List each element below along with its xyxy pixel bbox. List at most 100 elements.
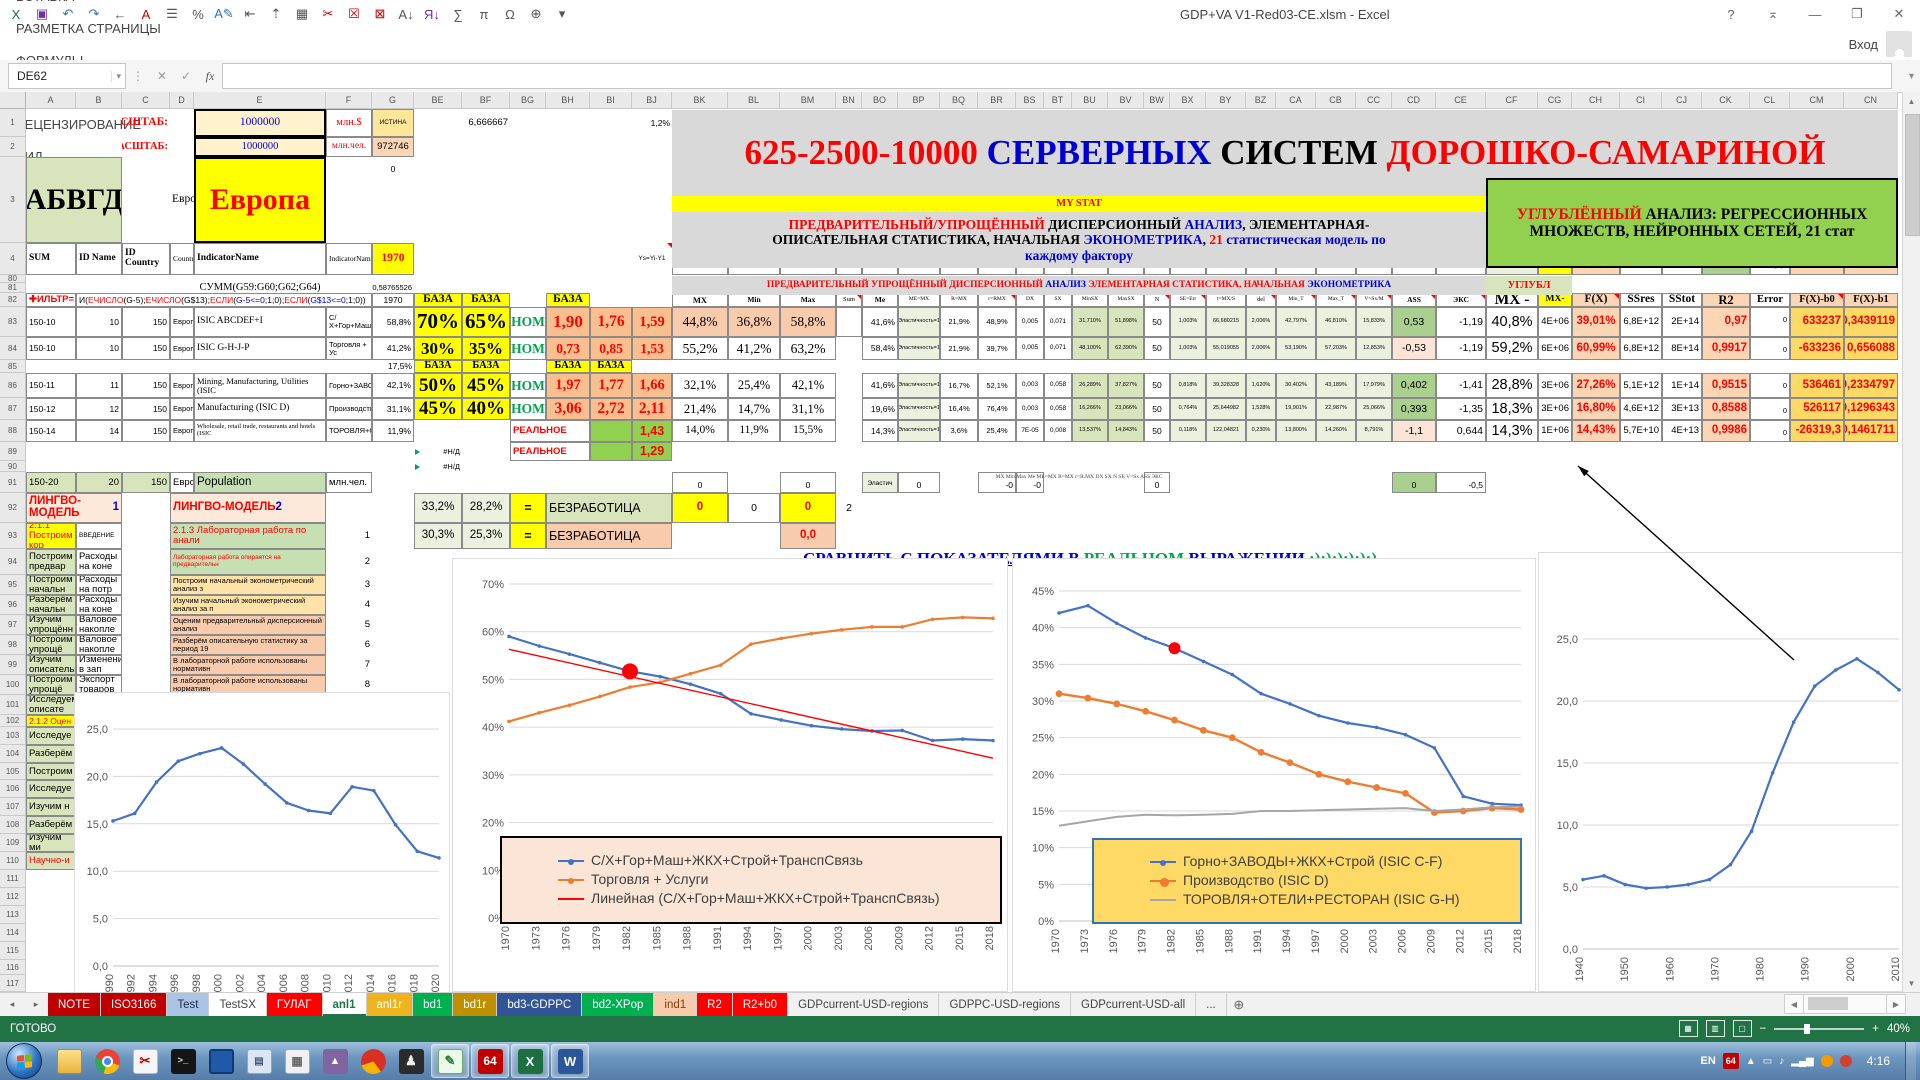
- cell-G4[interactable]: 1970: [372, 243, 414, 275]
- cell-BN82[interactable]: Sum: [836, 293, 862, 307]
- cell-CM88[interactable]: -26319,3: [1790, 420, 1844, 442]
- row-header-103[interactable]: 103: [0, 727, 26, 745]
- cell-BG86[interactable]: НОМ: [510, 373, 546, 398]
- calculator-icon[interactable]: ▦: [279, 1045, 315, 1077]
- cell-CM83[interactable]: 633237: [1790, 307, 1844, 337]
- cell-BG92[interactable]: =: [510, 493, 546, 523]
- row-header-110[interactable]: 110: [0, 852, 26, 870]
- cell-BY87[interactable]: 25,644982: [1206, 398, 1246, 420]
- cell-CG88[interactable]: 1E+06: [1538, 420, 1572, 442]
- vertical-scroll-thumb[interactable]: [1905, 114, 1920, 236]
- cell-BT88[interactable]: 0,008: [1044, 420, 1072, 442]
- ribbon-tab-разметка страницы[interactable]: РАЗМЕТКА СТРАНИЦЫ: [0, 12, 177, 44]
- cell-BH85[interactable]: БАЗА: [546, 360, 590, 373]
- col-header-BV[interactable]: BV: [1108, 92, 1144, 109]
- cell-BQ84[interactable]: 21,9%: [940, 337, 978, 360]
- cell-E1[interactable]: 1000000: [194, 109, 326, 137]
- cell-A97[interactable]: Изучим упрощённ: [26, 615, 76, 635]
- col-header-A[interactable]: A: [26, 92, 76, 109]
- cell-CG84[interactable]: 6E+06: [1538, 337, 1572, 360]
- cell-BJ1[interactable]: 1,2%: [632, 109, 672, 137]
- cell-A109[interactable]: Изучим ми: [26, 834, 76, 852]
- cell-BR84[interactable]: 39,7%: [978, 337, 1016, 360]
- cell-F4[interactable]: IndicatorName: [326, 243, 372, 275]
- cell-G81[interactable]: 0,58765526: [372, 283, 414, 293]
- cell-B99[interactable]: Изменения в зап: [76, 655, 122, 675]
- row-header-3[interactable]: 3: [0, 157, 26, 243]
- sign-in-label[interactable]: Вход: [1849, 37, 1878, 52]
- cell-CJ83[interactable]: 2E+14: [1662, 307, 1702, 337]
- tray-network-icon[interactable]: ▂▄▆: [1791, 1056, 1813, 1067]
- cell-CN83[interactable]: 0,3439119: [1844, 307, 1898, 337]
- cell-B91[interactable]: 20: [76, 472, 122, 493]
- cell-CK83[interactable]: 0,97: [1702, 307, 1750, 337]
- cell-CM86[interactable]: 536461: [1790, 373, 1844, 398]
- col-header-CA[interactable]: CA: [1276, 92, 1316, 109]
- cell-BO87[interactable]: 19,6%: [862, 398, 898, 420]
- cell-A102[interactable]: 2.1.2 Оцен: [26, 715, 76, 727]
- tray-red-icon[interactable]: [1840, 1055, 1852, 1067]
- cell-BE92[interactable]: 33,2%: [414, 493, 462, 523]
- col-header-CG[interactable]: CG: [1538, 92, 1572, 109]
- cell-BS82[interactable]: DX: [1016, 293, 1044, 307]
- col-header-CM[interactable]: CM: [1790, 92, 1844, 109]
- cell-CC82[interactable]: V=Sx/M: [1356, 293, 1392, 307]
- sort-ya-icon[interactable]: Я↓: [420, 3, 444, 25]
- cell-A106[interactable]: Исследуе: [26, 780, 76, 798]
- cell-CB87[interactable]: 22,987%: [1316, 398, 1356, 420]
- cell-BE83[interactable]: 70%: [414, 307, 462, 337]
- cell-F99[interactable]: 7: [326, 655, 372, 675]
- col-header-E[interactable]: E: [194, 92, 326, 109]
- sheet-tab-r2b0[interactable]: R2+b0: [733, 993, 788, 1016]
- cell-CH84[interactable]: 60,99%: [1572, 337, 1620, 360]
- snipping-tool-icon[interactable]: ✂: [127, 1045, 163, 1077]
- cell-E3[interactable]: Европа: [194, 157, 326, 243]
- cell-B82[interactable]: И(ЕЧИСЛО(G-5);ЕЧИСЛО(G$13);ЕСЛИ(G-5<=0;1…: [76, 293, 372, 307]
- tray-display-icon[interactable]: ▭: [1763, 1056, 1772, 1067]
- col-header-CB[interactable]: CB: [1316, 92, 1356, 109]
- col-header-CC[interactable]: CC: [1356, 92, 1392, 109]
- cell-A4[interactable]: SUM: [26, 243, 76, 275]
- cell-BE93[interactable]: 30,3%: [414, 523, 462, 549]
- cell-E88[interactable]: Wholesale, retail trade, restaurants and…: [194, 420, 326, 442]
- cell-BJ88[interactable]: 1,43: [632, 420, 672, 442]
- cell-BR87[interactable]: 76,4%: [978, 398, 1016, 420]
- sheet-tab-bd1[interactable]: bd1: [413, 993, 453, 1016]
- col-header-G[interactable]: G: [372, 92, 414, 109]
- row-header-92[interactable]: 92: [0, 493, 26, 523]
- cancel-icon[interactable]: ✕: [150, 64, 174, 88]
- cell-A110[interactable]: Научно-и: [26, 852, 76, 870]
- row-header-93[interactable]: 93: [0, 523, 26, 549]
- cell-B95[interactable]: Расходы на потр: [76, 575, 122, 595]
- cell-A105[interactable]: Построим: [26, 763, 76, 780]
- cell-BZ87[interactable]: 1,528%: [1246, 398, 1276, 420]
- cell-BM82[interactable]: Max: [780, 293, 836, 307]
- cell-BK82[interactable]: МХ: [672, 293, 728, 307]
- sheet-tab-gdpcurrent-usd-all[interactable]: GDPcurrent-USD-all: [1071, 993, 1196, 1016]
- col-header-CE[interactable]: CE: [1436, 92, 1486, 109]
- row-header-81[interactable]: 81: [0, 283, 26, 293]
- cell-BT86[interactable]: 0,058: [1044, 373, 1072, 398]
- cell-BG88[interactable]: РЕАЛЬНОЕ: [510, 420, 590, 442]
- row-header-89[interactable]: 89: [0, 442, 26, 461]
- sort-az-icon[interactable]: A↓: [394, 3, 418, 25]
- cell-BQ82[interactable]: R=MX: [940, 293, 978, 307]
- cell-F93[interactable]: 1: [326, 523, 372, 549]
- zoom-in-icon[interactable]: +: [1872, 1023, 1879, 1035]
- cell-CJ82[interactable]: SStot: [1662, 293, 1702, 307]
- cell-D87[interactable]: Европа: [170, 398, 194, 420]
- cell-BP82[interactable]: ME=MX: [898, 293, 940, 307]
- row-header-109[interactable]: 109: [0, 834, 26, 852]
- cell-A82[interactable]: ✚ИЛЬТР=: [26, 293, 76, 307]
- cell-BX86[interactable]: 0,818%: [1170, 373, 1206, 398]
- cell-BW84[interactable]: 50: [1144, 337, 1170, 360]
- cell-BW87[interactable]: 50: [1144, 398, 1170, 420]
- cell-D4[interactable]: Country: [170, 243, 194, 275]
- cell-CC86[interactable]: 17,979%: [1356, 373, 1392, 398]
- zoom-slider-thumb[interactable]: [1804, 1024, 1810, 1034]
- cell-BH83[interactable]: 1,90: [546, 307, 590, 337]
- cell-CM82[interactable]: F(X)-b0: [1790, 293, 1844, 307]
- cell-BH92[interactable]: БЕЗРАБОТИЦА: [546, 493, 672, 523]
- cell-CA87[interactable]: 19,901%: [1276, 398, 1316, 420]
- cell-F94[interactable]: 2: [326, 549, 372, 575]
